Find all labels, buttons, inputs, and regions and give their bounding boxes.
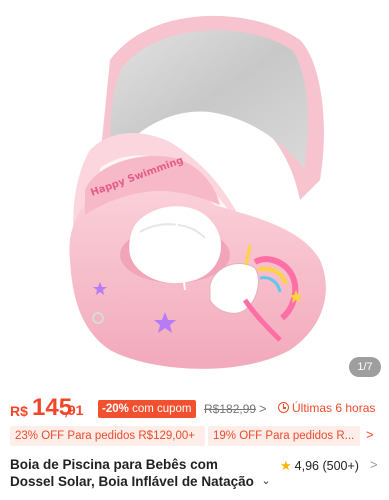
chevron-right-icon[interactable]: >	[370, 457, 378, 472]
deadline-text: Últimas 6 horas	[292, 401, 376, 415]
product-image: Happy Swimming	[69, 15, 326, 369]
price-currency: R$	[10, 403, 28, 419]
promo-tag[interactable]: 23% OFF Para pedidos R$129,00+	[10, 426, 205, 446]
clock-icon	[278, 402, 289, 413]
coupon-badge[interactable]: -20% com cupom	[98, 400, 196, 418]
price-decimal: ,91	[64, 402, 84, 418]
price-row: R$ 145 ,91 -20% com cupom R$182,99 > Últ…	[0, 390, 389, 424]
star-icon: ★	[280, 458, 292, 473]
promo-row: 23% OFF Para pedidos R$129,00+ 19% OFF P…	[0, 426, 389, 448]
product-image-gallery[interactable]: Happy Swimming 1/7	[0, 0, 389, 388]
product-title-line: Dossel Solar, Boia Inflável de Natação	[10, 474, 254, 489]
discount-percent: -20%	[102, 403, 129, 415]
rating-summary[interactable]: ★ 4,96 (500+)	[280, 458, 359, 474]
chevron-right-icon[interactable]: >	[259, 401, 267, 416]
image-counter: 1/7	[349, 357, 381, 377]
chevron-right-icon[interactable]: >	[366, 427, 374, 442]
original-price: R$182,99	[204, 402, 257, 416]
product-title-line: Boia de Piscina para Bebês com	[10, 457, 218, 472]
rating-value: 4,96	[294, 459, 319, 473]
product-title[interactable]: Boia de Piscina para Bebês com Dossel So…	[10, 456, 272, 490]
coupon-label: com cupom	[132, 403, 192, 415]
promo-tag[interactable]: 19% OFF Para pedidos R...	[208, 426, 360, 446]
review-count: (500+)	[322, 459, 359, 473]
chevron-down-icon[interactable]: ⌄	[258, 474, 274, 490]
deadline-timer: Últimas 6 horas	[278, 401, 375, 415]
